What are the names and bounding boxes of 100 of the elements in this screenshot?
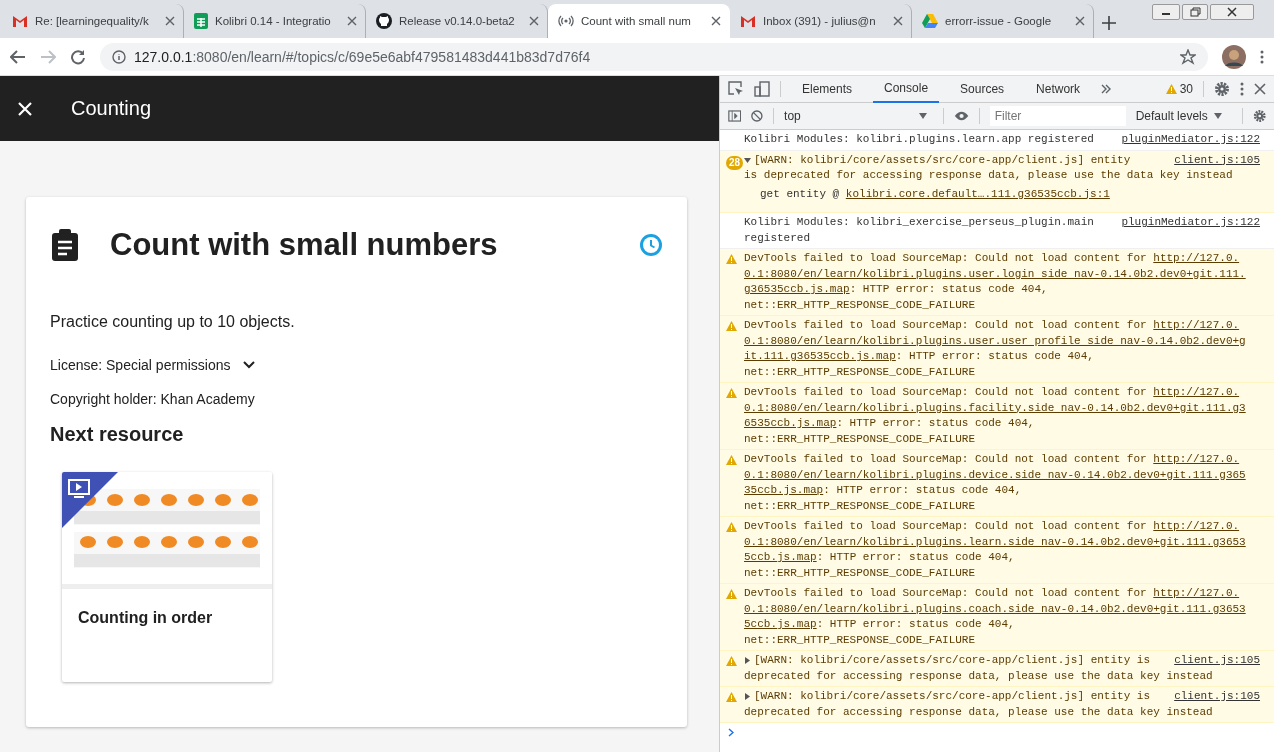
eye-icon[interactable] — [953, 110, 969, 122]
console-link[interactable]: 6535ccb.js.map — [744, 416, 837, 432]
devtools-tab[interactable]: Elements — [791, 75, 864, 103]
console-text: Kolibri Modules: kolibri_exercise_perseus_plugin.main — [744, 215, 1094, 230]
console-text: DevTools failed to load SourceMap: Could not load content for — [744, 318, 1148, 333]
prompt-chevron-icon[interactable] — [728, 728, 734, 737]
repeat-count: 28 — [726, 155, 744, 170]
chevron-down-icon[interactable] — [242, 361, 255, 369]
resource-title: Count with small numbers — [110, 227, 499, 263]
star-icon[interactable] — [1180, 48, 1196, 65]
browser-tab[interactable]: errorr-issue - Google — [912, 4, 1094, 38]
avatar-icon[interactable] — [1222, 44, 1246, 69]
devtools-tab[interactable]: Network — [1025, 75, 1092, 103]
info-icon[interactable] — [112, 49, 126, 64]
more-tabs-icon[interactable] — [1101, 84, 1112, 94]
new-tab-icon[interactable] — [1102, 16, 1116, 30]
expand-triangle-icon[interactable] — [744, 156, 751, 164]
filter-field[interactable]: Filter — [989, 106, 1126, 126]
console-text: net::ERR_HTTP_RESPONSE_CODE_FAILURE — [744, 364, 976, 380]
console-link[interactable]: it.111.g36535ccb.js.map — [744, 349, 896, 365]
console-link[interactable]: 35ccb.js.map — [744, 483, 824, 499]
context-select[interactable]: top — [784, 109, 933, 123]
resource-description: Practice counting up to 10 objects. — [50, 313, 296, 331]
source-link[interactable]: client.js:105 — [1164, 653, 1260, 669]
console-link[interactable]: http://127.0. — [1153, 519, 1240, 535]
browser-tab[interactable]: Re: [learningequality/k — [2, 4, 184, 38]
tab-title: errorr-issue - Google — [945, 15, 1053, 27]
console-link[interactable]: http://127.0. — [1153, 318, 1240, 334]
console-link[interactable]: 0.1:8080/en/learn/kolibri.plugins.learn.side nav-0.14.0b2.dev0+git.111.g3653 — [744, 534, 1246, 550]
warning-icon — [726, 388, 737, 398]
tab-title: Kolibri 0.14 - Integratio — [215, 15, 332, 27]
sidebar-icon[interactable] — [728, 109, 742, 123]
more-menu-icon[interactable] — [1260, 49, 1264, 64]
warning-icon — [726, 321, 737, 331]
console-text: : HTTP error: status code 404, — [849, 282, 1048, 297]
restore-icon[interactable] — [1182, 4, 1208, 20]
settings-icon[interactable] — [1214, 81, 1230, 97]
console-text: : HTTP error: status code 404, — [823, 483, 1022, 498]
license-text: License: Special permissions — [50, 357, 231, 373]
tab-title: Count with small num — [581, 15, 692, 27]
browser-tab[interactable]: Count with small num — [548, 4, 730, 38]
tab-title: Inbox (391) - julius@n — [763, 15, 877, 27]
minimize-icon[interactable] — [1152, 4, 1180, 20]
console-text: [WARN: kolibri/core/assets/src/core-app/client.js] entity is — [754, 689, 1151, 704]
tab-title: Release v0.14.0-beta2 — [399, 15, 516, 27]
levels-select[interactable]: Default levels — [1135, 109, 1222, 123]
clear-console-icon[interactable] — [751, 109, 764, 123]
broadcast-icon — [558, 13, 574, 29]
console-text: DevTools failed to load SourceMap: Could not load content for — [744, 452, 1148, 467]
source-link[interactable]: pluginMediator.js:122 — [1111, 132, 1260, 148]
console-link[interactable]: http://127.0. — [1153, 385, 1240, 401]
console-text: [WARN: kolibri/core/assets/src/core-app/client.js] entity — [754, 152, 1131, 168]
triangle-logo-icon — [922, 14, 938, 28]
resource-card[interactable]: Counting in order — [62, 472, 272, 682]
expand-triangle-icon[interactable] — [744, 693, 751, 701]
console-link[interactable]: g36535ccb.js.map — [744, 282, 850, 298]
browser-tab[interactable]: Kolibri 0.14 - Integratio — [184, 4, 366, 38]
source-link[interactable]: pluginMediator.js:122 — [1111, 215, 1260, 231]
console-text: DevTools failed to load SourceMap: Could not load content for — [744, 251, 1148, 266]
console-text: deprecated for accessing response data, please use the data key instead — [744, 704, 1213, 720]
close-icon[interactable] — [711, 16, 721, 26]
console-text: [WARN: kolibri/core/assets/src/core-app/client.js] entity is — [754, 653, 1151, 668]
console-text: registered — [744, 230, 810, 246]
console-link[interactable]: 5ccb.js.map — [744, 617, 817, 633]
settings-icon[interactable] — [1252, 108, 1266, 124]
console-text: net::ERR_HTTP_RESPONSE_CODE_FAILURE — [744, 632, 976, 648]
warning-count[interactable]: 30 — [1179, 82, 1193, 96]
address-bar[interactable]: 127.0.0.1:8080/en/learn/#/topics/c/69e5e6abf479581483d441b83d7d76f4 — [100, 42, 1208, 71]
console-link[interactable]: 0.1:8080/en/learn/kolibri.plugins.user.user profile side nav-0.14.0b2.dev0+g — [744, 333, 1246, 349]
reload-icon[interactable] — [70, 48, 86, 65]
video-corner-icon — [62, 472, 118, 528]
inspect-icon[interactable] — [728, 81, 744, 97]
console-link[interactable]: kolibri.core.default….111.g36535ccb.js:1 — [845, 186, 1110, 202]
warning-icon — [726, 656, 737, 666]
console-text: net::ERR_HTTP_RESPONSE_CODE_FAILURE — [744, 297, 976, 313]
console-link[interactable]: 5ccb.js.map — [744, 550, 817, 566]
source-link[interactable]: client.js:105 — [1164, 152, 1260, 168]
clock-icon — [639, 233, 663, 257]
console-link[interactable]: 0.1:8080/en/learn/kolibri.plugins.facility.side nav-0.14.0b2.dev0+git.111.g3 — [744, 400, 1246, 416]
source-link[interactable]: client.js:105 — [1164, 689, 1260, 705]
dropdown-arrow-icon[interactable] — [1213, 113, 1222, 119]
devtools-tab[interactable]: Sources — [949, 75, 1016, 103]
console-link[interactable]: http://127.0. — [1153, 452, 1240, 468]
expand-triangle-icon[interactable] — [744, 657, 751, 665]
more-menu-icon[interactable] — [1240, 82, 1244, 96]
copyright-text: Copyright holder: Khan Academy — [50, 391, 256, 407]
clipboard-icon — [50, 229, 80, 261]
dropdown-arrow-icon[interactable] — [918, 113, 927, 119]
console-link[interactable]: http://127.0. — [1153, 586, 1240, 602]
warning-icon — [726, 254, 737, 264]
console-link[interactable]: 0.1:8080/en/learn/kolibri.plugins.device.side nav-0.14.0b2.dev0+git.111.g365 — [744, 467, 1246, 483]
console-link[interactable]: 0.1:8080/en/learn/kolibri.plugins.user.login side nav-0.14.0b2.dev0+git.111. — [744, 266, 1246, 282]
device-icon[interactable] — [754, 81, 770, 97]
browser-tab[interactable]: Inbox (391) - julius@n — [730, 4, 912, 38]
console-text: is deprecated for accessing response data, please use the data key instead — [744, 168, 1233, 183]
console-link[interactable]: http://127.0. — [1153, 251, 1240, 267]
close-icon[interactable] — [1210, 4, 1254, 20]
console-link[interactable]: 0.1:8080/en/learn/kolibri.plugins.coach.side nav-0.14.0b2.dev0+git.111.g3653 — [744, 601, 1246, 617]
back-arrow-icon[interactable] — [10, 49, 26, 64]
browser-tab[interactable]: Release v0.14.0-beta2 — [366, 4, 548, 38]
